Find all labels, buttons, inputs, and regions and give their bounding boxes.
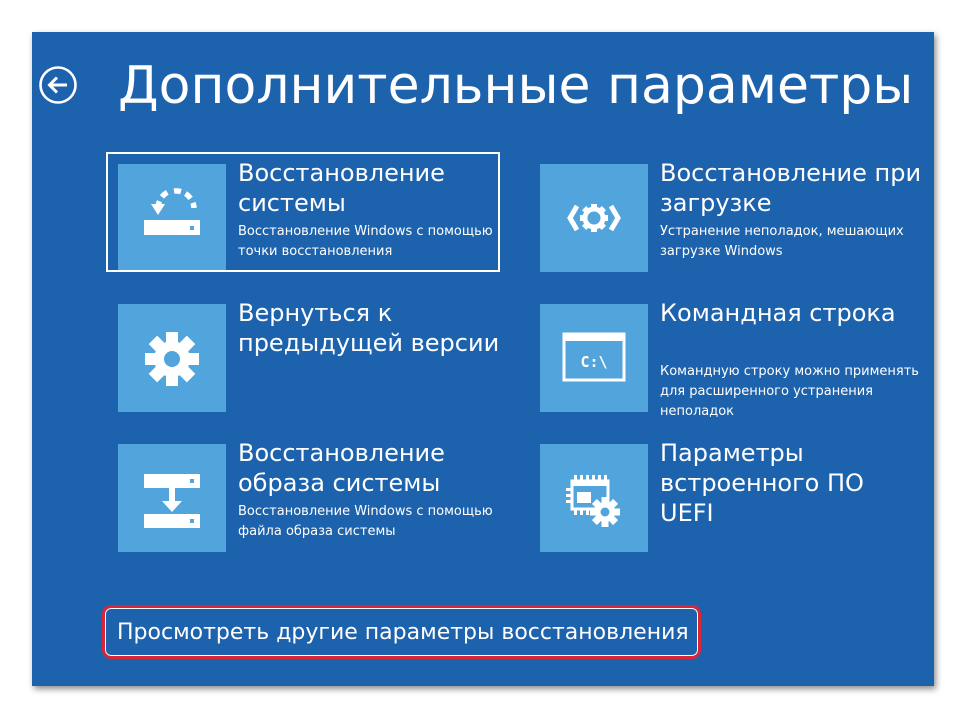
advanced-options-screen: Дополнительные параметры Восстановление … <box>32 32 934 686</box>
page-title: Дополнительные параметры <box>118 56 914 116</box>
tile-icon-box <box>118 304 226 412</box>
tile-icon-box <box>540 444 648 552</box>
back-button[interactable] <box>38 65 78 105</box>
tile-description: Командную строку можно применять для рас… <box>660 364 919 419</box>
back-arrow-icon <box>39 66 77 104</box>
gear-icon <box>145 332 199 386</box>
tile-title: Вернуться к предыдущей версии <box>238 299 500 357</box>
command-prompt-icon: C:\ <box>562 332 626 382</box>
tile-title: Командная строка <box>660 299 896 327</box>
tile-description: Восстановление Windows с помощью файла о… <box>238 504 493 539</box>
more-recovery-options-label: Просмотреть другие параметры восстановле… <box>117 620 689 645</box>
tile-system-restore[interactable]: Восстановление системы Восстановление Wi… <box>106 152 500 272</box>
tile-icon-box: C:\ <box>540 304 648 412</box>
tile-title: Восстановление при загрузке <box>660 159 922 217</box>
tile-icon-box <box>540 164 648 272</box>
startup-repair-icon <box>567 204 621 232</box>
tile-command-prompt[interactable]: C:\ Командная строка Командную строку мо… <box>528 292 922 419</box>
more-recovery-options-link[interactable]: Просмотреть другие параметры восстановле… <box>102 605 701 659</box>
uefi-firmware-icon <box>566 475 620 527</box>
tile-system-image-recovery[interactable]: Восстановление образа системы Восстановл… <box>106 432 500 552</box>
tile-icon-box <box>118 444 226 552</box>
tile-description: Восстановление Windows с помощью точки в… <box>238 224 493 259</box>
tile-description: Устранение неполадок, мешающих загрузке … <box>660 224 904 259</box>
tile-startup-repair[interactable]: Восстановление при загрузке Устранение н… <box>528 152 922 272</box>
system-restore-icon <box>144 188 200 235</box>
tile-title: Восстановление образа системы <box>238 439 445 497</box>
tile-title: Восстановление системы <box>238 159 445 217</box>
svg-text:C:\: C:\ <box>580 353 607 371</box>
tile-uefi-firmware[interactable]: Параметры встроенного ПО UEFI <box>528 432 922 552</box>
system-image-recovery-icon <box>144 474 200 528</box>
tile-icon-box <box>118 164 226 270</box>
tile-previous-version[interactable]: Вернуться к предыдущей версии <box>106 292 500 412</box>
tile-title: Параметры встроенного ПО UEFI <box>660 439 864 527</box>
